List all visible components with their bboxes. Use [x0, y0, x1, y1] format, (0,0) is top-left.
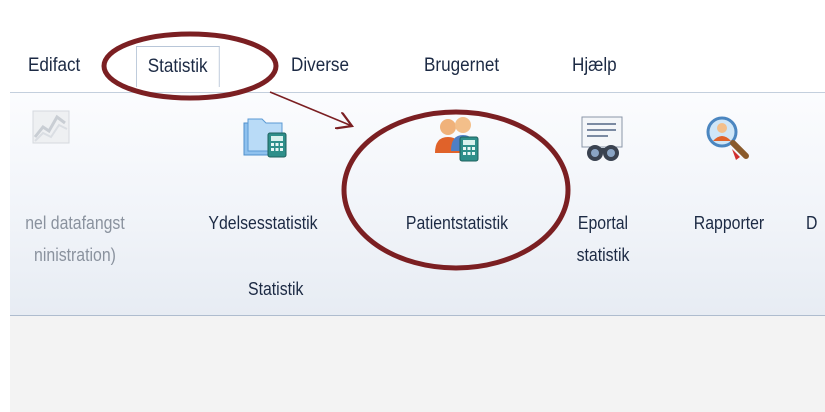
- menu-bar: Edifact Statistik Diverse Brugernet Hjæl…: [10, 40, 825, 90]
- tab-statistik[interactable]: Statistik: [136, 46, 220, 87]
- ribbon-group-label: Statistik: [248, 279, 304, 299]
- ydelsesstatistik-button[interactable]: Ydelsesstatistik: [178, 105, 348, 275]
- data-capture-admin-button[interactable]: nel datafangst ninistration): [10, 105, 160, 275]
- patientstatistik-button[interactable]: Patientstatistik: [372, 105, 542, 275]
- content-area: [10, 316, 825, 412]
- tab-brugernet[interactable]: Brugernet: [424, 46, 499, 86]
- button-label-line1: nel datafangst: [25, 213, 125, 233]
- button-label-line2: statistik: [576, 245, 630, 265]
- button-label: D: [806, 213, 818, 233]
- button-label-line1: Eportal: [577, 213, 629, 233]
- document-binoculars-icon: [581, 116, 623, 161]
- magnifier-person-icon: [706, 116, 749, 160]
- button-label: Rapporter: [693, 213, 765, 233]
- eportal-statistik-button[interactable]: Eportal statistik: [558, 105, 648, 275]
- patients-calculator-icon: [435, 117, 479, 162]
- tab-hjaelp[interactable]: Hjælp: [572, 46, 617, 86]
- tab-diverse[interactable]: Diverse: [291, 46, 349, 86]
- ribbon-panel: nel datafangst ninistration) Ydelsesstat…: [10, 92, 825, 316]
- button-label: Ydelsesstatistik: [208, 213, 318, 233]
- rapporter-button[interactable]: Rapporter: [674, 105, 784, 275]
- button-label-line2: ninistration): [34, 245, 116, 265]
- folders-calculator-icon: [243, 118, 287, 158]
- tab-edifact[interactable]: Edifact: [28, 46, 80, 86]
- data-capture-chart-icon: [32, 110, 70, 144]
- cutoff-ribbon-button[interactable]: D: [806, 105, 825, 275]
- button-label: Patientstatistik: [405, 213, 509, 233]
